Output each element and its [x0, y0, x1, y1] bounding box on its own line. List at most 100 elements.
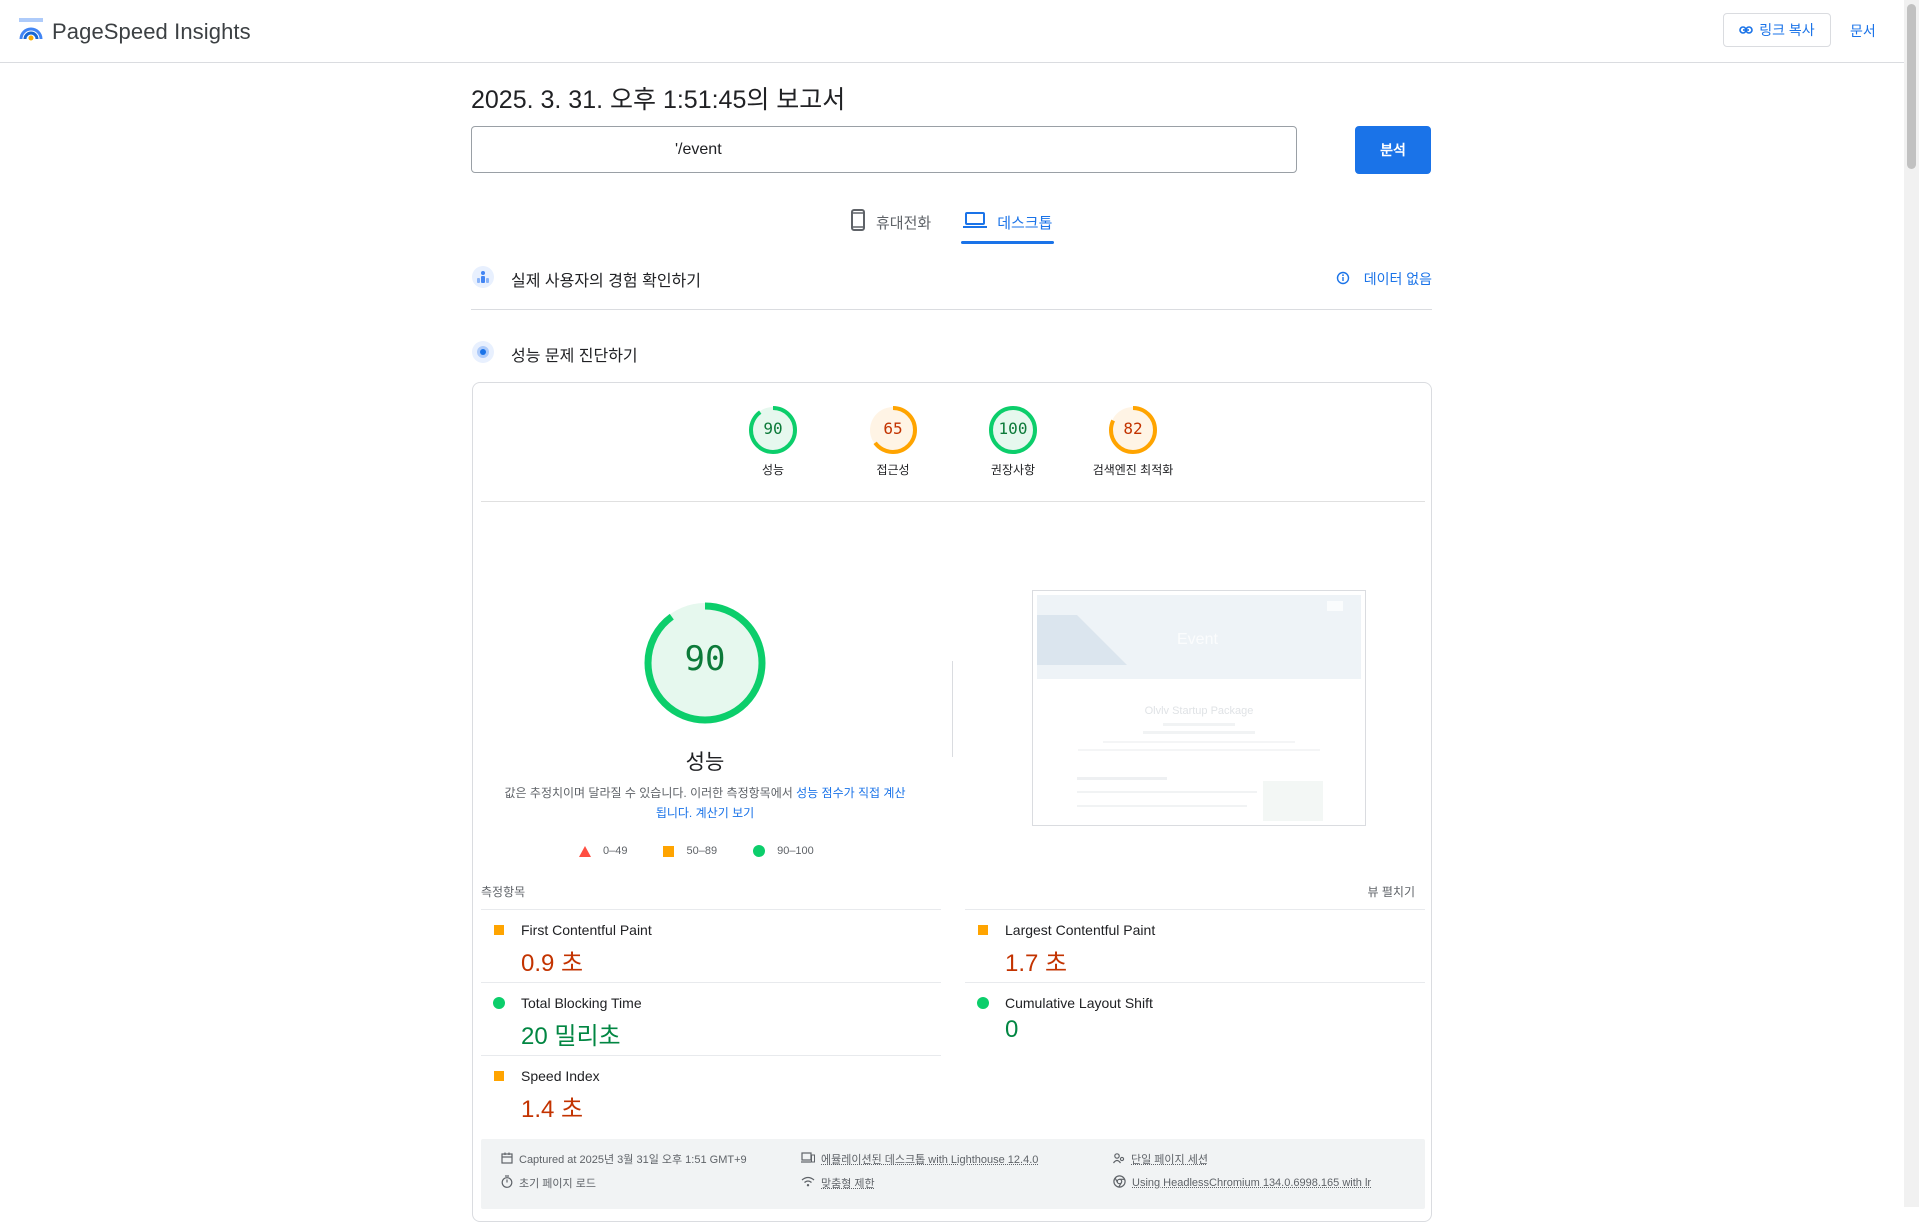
tab-mobile[interactable]: 휴대전화 — [850, 204, 931, 240]
field-data-header: 실제 사용자의 경험 확인하기 데이터 없음 — [471, 265, 1432, 294]
laptop-icon — [963, 211, 988, 233]
tab-mobile-label: 휴대전화 — [876, 214, 932, 232]
top-app-bar: PageSpeed Insights 링크 복사 문서 — [0, 0, 1904, 63]
screenshot-hero-text: Event — [1177, 631, 1218, 648]
legend-average-range: 50–89 — [686, 845, 718, 857]
lighthouse-report-panel: 90 성능 65 접근성 100 권장사항 82 검색엔진 최적화 90 성능 … — [472, 382, 1432, 1222]
metric-si-value: 1.4 초 — [521, 1096, 584, 1123]
info-icon — [1336, 271, 1350, 288]
link-icon — [1739, 22, 1754, 38]
metrics-section-label: 측정항목 — [481, 885, 526, 899]
wifi-icon — [801, 1176, 815, 1190]
metric-fcp-square-icon — [494, 925, 504, 935]
legend-fail-range: 0–49 — [603, 845, 628, 857]
gauges-divider — [481, 501, 1425, 502]
metric-tbt: Total Blocking Time 20 밀리초 — [481, 982, 941, 1055]
no-data-label: 데이터 없음 — [1363, 271, 1432, 287]
metric-tbt-name: Total Blocking Time — [521, 995, 642, 1011]
gauge-best-practices-value: 100 — [998, 419, 1028, 438]
brand[interactable]: PageSpeed Insights — [18, 17, 251, 46]
calendar-icon — [501, 1152, 513, 1167]
expand-view-toggle[interactable]: 뷰 펼치기 — [1368, 883, 1416, 900]
gauge-seo-label: 검색엔진 최적화 — [1092, 463, 1174, 477]
disclaimer-text: 값은 추정치이며 달라질 수 있습니다. 이러한 측정항목에서 — [504, 786, 797, 800]
metric-si-square-icon — [494, 1071, 504, 1081]
session-text: 단일 페이지 세션 — [1131, 1154, 1208, 1166]
performance-big-gauge: 90 — [643, 601, 767, 725]
square-icon — [663, 845, 675, 857]
initial-load-text: 초기 페이지 로드 — [519, 1178, 596, 1190]
users-small-icon — [1113, 1152, 1125, 1167]
timer-icon — [501, 1175, 513, 1191]
gauge-accessibility[interactable]: 65 접근성 — [833, 405, 953, 478]
copy-link-label: 링크 복사 — [1759, 22, 1815, 38]
session-info[interactable]: 단일 페이지 세션 — [1113, 1151, 1208, 1167]
copy-link-button[interactable]: 링크 복사 — [1723, 13, 1831, 47]
gauge-performance[interactable]: 90 성능 — [713, 405, 833, 478]
initial-load-info: 초기 페이지 로드 — [501, 1175, 596, 1191]
scrollbar-thumb[interactable] — [1907, 4, 1916, 169]
calculator-link[interactable]: 계산기 보기 — [696, 806, 755, 820]
url-input[interactable]: '/event — [471, 126, 1297, 173]
metric-lcp-value: 1.7 초 — [1005, 950, 1068, 977]
section-divider — [471, 309, 1432, 310]
performance-big-score: 90 — [684, 639, 726, 679]
screenshot-hero: Event — [1037, 595, 1361, 679]
docs-link[interactable]: 문서 — [1850, 21, 1876, 41]
captured-info: Captured at 2025년 3월 31일 오후 1:51 GMT+9 — [501, 1151, 747, 1167]
metric-fcp-name: First Contentful Paint — [521, 922, 652, 938]
throttling-info[interactable]: 맞춤형 제한 — [801, 1175, 875, 1191]
gauge-best-practices-label: 권장사항 — [990, 463, 1036, 477]
browser-text: Using HeadlessChromium 134.0.6998.165 wi… — [1132, 1177, 1372, 1189]
gauge-seo[interactable]: 82 검색엔진 최적화 — [1073, 405, 1193, 478]
category-gauges: 90 성능 65 접근성 100 권장사항 82 검색엔진 최적화 — [473, 405, 1431, 487]
metric-tbt-circle-icon — [493, 997, 505, 1009]
gauge-performance-value: 90 — [763, 419, 783, 438]
metric-si-name: Speed Index — [521, 1068, 600, 1084]
gauge-accessibility-value: 65 — [883, 419, 903, 438]
metric-lcp: Largest Contentful Paint 1.7 초 — [965, 909, 1425, 982]
metric-cls-name: Cumulative Layout Shift — [1005, 995, 1153, 1011]
emulated-info[interactable]: 에뮬레이션된 데스크톱 with Lighthouse 12.4.0 — [801, 1151, 1038, 1167]
devices-icon — [801, 1152, 815, 1166]
diagnose-icon — [471, 340, 495, 369]
vertical-separator — [952, 661, 953, 757]
gauge-seo-value: 82 — [1123, 419, 1143, 438]
users-icon — [471, 265, 495, 294]
legend-pass: 90–100 — [753, 845, 814, 857]
score-legend: 0–49 50–89 90–100 — [579, 845, 814, 857]
metric-fcp-value: 0.9 초 — [521, 950, 584, 977]
final-screenshot[interactable]: Event Olvlv Startup Package — [1032, 590, 1366, 826]
performance-big-label: 성능 — [685, 751, 725, 774]
circle-icon — [753, 845, 766, 857]
metric-cls-circle-icon — [977, 997, 989, 1009]
pagespeed-logo-icon — [18, 17, 44, 46]
legend-pass-range: 90–100 — [777, 845, 814, 857]
phone-icon — [850, 209, 866, 235]
legend-fail: 0–49 — [579, 845, 627, 857]
triangle-icon — [579, 845, 591, 857]
diagnose-title: 성능 문제 진단하기 — [511, 348, 638, 365]
screenshot-content-lines — [1077, 723, 1323, 821]
diagnose-header: 성능 문제 진단하기 — [471, 340, 1432, 369]
metric-cls-value: 0 — [1005, 1016, 1019, 1043]
gauge-best-practices[interactable]: 100 권장사항 — [953, 405, 1073, 478]
report-title: 2025. 3. 31. 오후 1:51:45의 보고서 — [471, 86, 846, 114]
metric-si: Speed Index 1.4 초 — [481, 1055, 941, 1128]
metric-fcp: First Contentful Paint 0.9 초 — [481, 909, 941, 982]
gauge-performance-label: 성능 — [761, 463, 785, 477]
app-title: PageSpeed Insights — [52, 18, 251, 44]
legend-average: 50–89 — [663, 845, 717, 857]
emulated-text: 에뮬레이션된 데스크톱 with Lighthouse 12.4.0 — [821, 1154, 1039, 1166]
page-scrollbar[interactable] — [1904, 0, 1919, 1207]
analyze-button[interactable]: 분석 — [1355, 126, 1431, 174]
tab-desktop-label: 데스크톱 — [997, 214, 1053, 232]
captured-text: Captured at 2025년 3월 31일 오후 1:51 GMT+9 — [519, 1154, 747, 1166]
tab-desktop[interactable]: 데스크톱 — [961, 204, 1055, 244]
metric-lcp-square-icon — [978, 925, 988, 935]
device-tabs: 휴대전화 데스크톱 — [850, 204, 1055, 244]
no-data-link[interactable]: 데이터 없음 — [1336, 269, 1432, 289]
browser-info[interactable]: Using HeadlessChromium 134.0.6998.165 wi… — [1113, 1175, 1371, 1191]
metric-tbt-value: 20 밀리초 — [521, 1023, 621, 1050]
metric-lcp-name: Largest Contentful Paint — [1005, 922, 1156, 938]
